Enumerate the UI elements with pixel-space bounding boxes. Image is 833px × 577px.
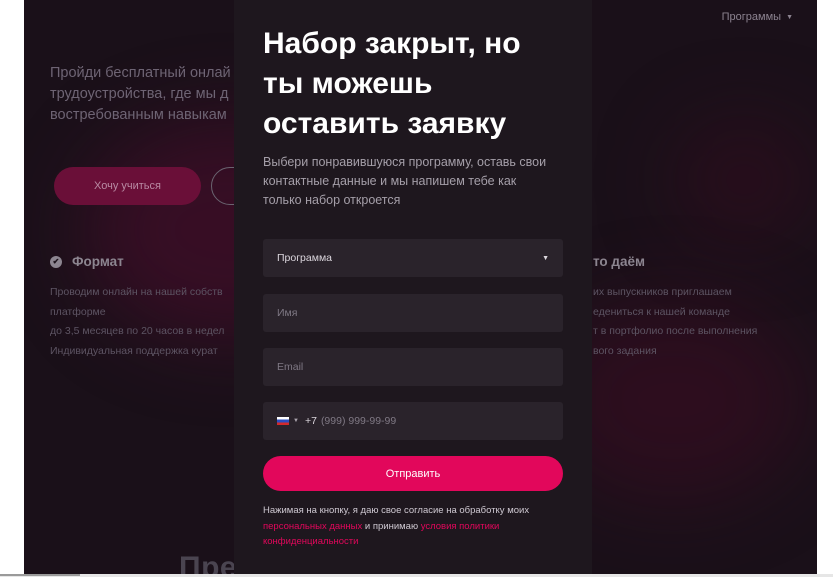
submit-button[interactable]: Отправить — [263, 456, 563, 491]
what-we-give-description: их выпускников приглашаем едениться к на… — [593, 283, 817, 361]
give-line: вого задания — [593, 344, 657, 357]
chevron-down-icon: ▼ — [786, 14, 793, 21]
chevron-down-icon[interactable]: ▼ — [293, 418, 299, 424]
what-we-give-heading: то даём — [593, 254, 646, 269]
phone-field-placeholder: (999) 999-99-99 — [320, 415, 397, 427]
phone-field[interactable]: ▼ +7 (999) 999-99-99 — [263, 402, 563, 440]
modal-subtitle-line: только набор откроется — [263, 193, 401, 207]
consent-text-part: и принимаю — [362, 520, 421, 532]
russia-flag-icon[interactable] — [277, 417, 289, 425]
program-select-value: Программа — [277, 252, 333, 264]
consent-text-part: Нажимая на кнопку, я даю свое согласие н… — [263, 505, 530, 516]
give-line: их выпускников приглашаем — [593, 286, 732, 298]
modal-title: Набор закрыт, но ты можешь оставить заяв… — [263, 24, 573, 144]
modal-title-line: ты можешь — [263, 67, 433, 100]
email-field-placeholder: Email — [277, 361, 304, 373]
nav-programs-label: Программы — [721, 11, 782, 23]
what-we-give-section: то даём их выпускников приглашаем еденит… — [593, 254, 817, 361]
name-field[interactable]: Имя — [263, 294, 563, 332]
email-field[interactable]: Email — [263, 348, 563, 386]
phone-country-code: +7 — [304, 415, 317, 427]
modal-subtitle-line: Выбери понравившуюся программу, оставь с… — [263, 155, 547, 169]
personal-data-link[interactable]: персональных данных — [263, 521, 362, 532]
chevron-down-icon: ▼ — [542, 254, 549, 262]
modal-title-line: оставить заявку — [263, 107, 507, 140]
modal-title-line: Набор закрыт, но — [263, 27, 521, 60]
check-circle-icon: ✔ — [50, 255, 62, 268]
modal-subtitle: Выбери понравившуюся программу, оставь с… — [263, 153, 573, 210]
background-glow — [674, 120, 814, 240]
modal-subtitle-line: контактные данные и мы напишем тебе как — [263, 174, 517, 188]
name-field-placeholder: Имя — [277, 307, 298, 319]
want-to-study-button[interactable]: Хочу учиться — [54, 167, 201, 205]
give-line: едениться к нашей команде — [593, 305, 730, 318]
give-line: т в портфолио после выполнения — [593, 325, 758, 337]
application-modal: Набор закрыт, но ты можешь оставить заяв… — [234, 0, 592, 574]
program-select[interactable]: Программа ▼ — [263, 239, 563, 277]
scrollbar-thumb[interactable] — [0, 574, 80, 576]
nav-programs-menu[interactable]: Программы ▼ — [722, 11, 793, 23]
format-title: Формат — [72, 254, 124, 269]
consent-text: Нажимая на кнопку, я даю свое согласие н… — [263, 503, 573, 550]
